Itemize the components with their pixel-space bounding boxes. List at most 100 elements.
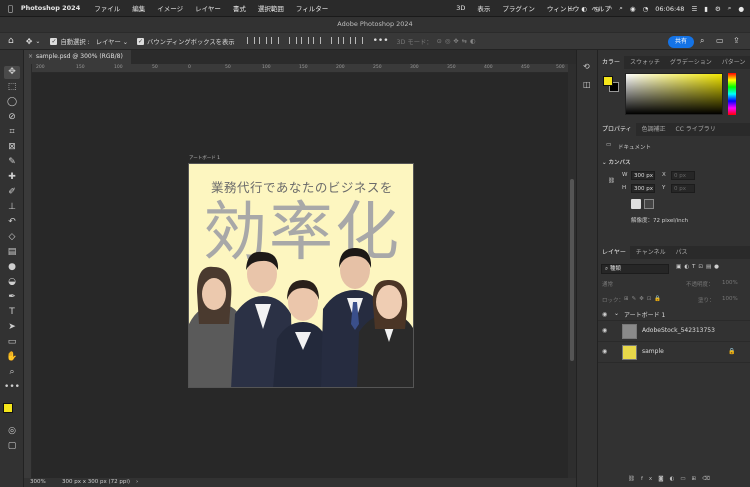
menu-select[interactable]: 選択範囲 xyxy=(258,3,284,13)
menu-view[interactable]: 表示 xyxy=(477,3,490,13)
link-layers-icon[interactable]: ⛓ xyxy=(628,476,641,482)
tab-cc-libraries[interactable]: CC ライブラリ xyxy=(672,123,720,136)
search-icon[interactable]: ⌕ xyxy=(700,36,704,46)
bounding-box-checkbox[interactable]: ✓ xyxy=(137,37,145,45)
menu-3d[interactable]: 3D xyxy=(456,4,465,12)
status-icon[interactable]: ◐ xyxy=(581,5,587,13)
type-tool-icon[interactable]: T xyxy=(4,306,20,319)
more-tools-icon[interactable]: ••• xyxy=(4,381,20,394)
share-button[interactable]: 共有 xyxy=(668,36,694,48)
fx-icon[interactable]: fx xyxy=(641,476,658,482)
adjustment-icon[interactable]: ◐ xyxy=(670,476,681,482)
align-left-icon[interactable] xyxy=(246,36,255,44)
tab-channels[interactable]: チャンネル xyxy=(632,246,670,259)
vertical-ruler[interactable] xyxy=(24,64,32,478)
blur-tool-icon[interactable]: ● xyxy=(4,261,20,274)
foreground-color-swatch[interactable] xyxy=(3,403,13,413)
layer-row-artboard[interactable]: ◉ ⌄ アートボード 1 xyxy=(598,307,750,321)
x-field[interactable]: 0 px xyxy=(671,171,695,180)
canvas-section[interactable]: ⌄ カンバス xyxy=(602,158,631,166)
portrait-orientation-icon[interactable] xyxy=(631,199,641,209)
horizontal-ruler[interactable]: 200 150 100 50 0 50 100 150 200 250 300 … xyxy=(32,64,568,73)
auto-select-checkbox[interactable]: ✓ xyxy=(50,37,58,45)
zoom-tool-icon[interactable]: ⌕ xyxy=(4,366,20,379)
menu-file[interactable]: ファイル xyxy=(94,3,120,13)
tab-paths[interactable]: パス xyxy=(672,246,692,259)
quick-mask-icon[interactable]: ◎ xyxy=(4,425,20,438)
y-field[interactable]: 0 px xyxy=(671,184,695,193)
tab-gradients[interactable]: グラデーション xyxy=(666,56,716,69)
zoom-level[interactable]: 300% xyxy=(30,478,46,487)
siri-icon[interactable]: ◉ xyxy=(630,5,636,13)
move-tool-icon[interactable]: ✥ xyxy=(26,37,33,46)
menu-type[interactable]: 書式 xyxy=(233,3,246,13)
status-icon[interactable]: ▭ xyxy=(568,5,574,13)
close-icon[interactable]: × xyxy=(28,50,33,64)
share-arrow-icon[interactable]: ⇪ xyxy=(733,36,740,45)
clone-stamp-icon[interactable]: ⊥ xyxy=(4,201,20,214)
more-options-icon[interactable]: ••• xyxy=(373,36,389,46)
layer-filter-icons[interactable]: ▣◐T⊡▤● xyxy=(676,264,722,270)
vertical-scrollbar[interactable] xyxy=(568,64,576,478)
chevron-down-icon[interactable]: ⌄ xyxy=(35,38,40,45)
tab-layers[interactable]: レイヤー xyxy=(598,246,630,259)
dodge-tool-icon[interactable]: ◒ xyxy=(4,276,20,289)
trash-icon[interactable]: ⌫ xyxy=(702,476,716,482)
tab-patterns[interactable]: パターン xyxy=(718,56,750,69)
pen-tool-icon[interactable]: ✒ xyxy=(4,291,20,304)
lock-icons[interactable]: ⊞✎✥⊡🔒 xyxy=(624,296,664,302)
user-icon[interactable]: ● xyxy=(738,5,744,13)
menu-image[interactable]: イメージ xyxy=(157,3,183,13)
3d-mode-icons[interactable]: ⊙◎✥⇆◐ xyxy=(437,38,479,45)
menu-filter[interactable]: フィルター xyxy=(296,3,328,13)
new-layer-icon[interactable]: ⊞ xyxy=(692,476,703,482)
tab-properties[interactable]: プロパティ xyxy=(598,123,636,136)
brush-tool-icon[interactable]: ✐ xyxy=(4,186,20,199)
color-field[interactable] xyxy=(625,73,723,115)
distribute-icon[interactable] xyxy=(354,36,363,44)
eye-icon[interactable]: ◉ xyxy=(602,311,607,318)
menu-plugins[interactable]: プラグイン xyxy=(502,3,535,13)
mask-icon[interactable]: ◙ xyxy=(658,476,669,482)
eye-icon[interactable]: ◉ xyxy=(602,348,607,355)
history-icon[interactable]: ⟲ xyxy=(583,62,590,71)
settings-icon[interactable]: ⚙ xyxy=(715,5,721,13)
lasso-tool-icon[interactable]: ◯ xyxy=(4,96,20,109)
hue-slider[interactable] xyxy=(728,73,736,115)
hand-tool-icon[interactable]: ✋ xyxy=(4,351,20,364)
tab-swatches[interactable]: スウォッチ xyxy=(626,56,664,69)
layer-filter-dropdown[interactable]: ⌕ 種類 xyxy=(601,264,669,274)
menu-layer[interactable]: レイヤー xyxy=(195,3,221,13)
blend-mode-dropdown[interactable]: 通常 xyxy=(602,280,613,288)
tab-color[interactable]: カラー xyxy=(598,56,625,69)
path-select-icon[interactable]: ➤ xyxy=(4,321,20,334)
color-foreground-swatch[interactable] xyxy=(603,76,613,86)
artboard-label[interactable]: アートボード 1 xyxy=(189,155,220,161)
quick-select-tool-icon[interactable]: ⊘ xyxy=(4,111,20,124)
folder-icon[interactable]: ▭ xyxy=(680,476,691,482)
fill-value[interactable]: 100% xyxy=(722,296,738,302)
home-icon[interactable]: ⌂ xyxy=(8,36,14,46)
status-icon[interactable]: ◷ xyxy=(594,5,600,13)
menu-edit[interactable]: 編集 xyxy=(132,3,145,13)
control-center-icon[interactable]: ☰ xyxy=(691,5,697,13)
align-center-icon[interactable] xyxy=(258,36,267,44)
eyedropper-tool-icon[interactable]: ✎ xyxy=(4,156,20,169)
align-right-icon[interactable] xyxy=(270,36,279,44)
apple-menu-icon[interactable]:  xyxy=(8,4,13,13)
scrollbar-thumb[interactable] xyxy=(570,179,574,361)
eye-icon[interactable]: ◉ xyxy=(602,327,607,334)
tab-adjustments[interactable]: 色調補正 xyxy=(638,123,670,136)
workspace-icon[interactable]: ▭ xyxy=(716,36,724,45)
gradient-tool-icon[interactable]: ▤ xyxy=(4,246,20,259)
distribute-icon[interactable] xyxy=(342,36,351,44)
battery-icon[interactable]: ▮ xyxy=(704,5,708,13)
marquee-tool-icon[interactable]: ⬚ xyxy=(4,81,20,94)
link-icon[interactable]: ⛓ xyxy=(608,178,615,184)
screen-mode-icon[interactable]: ▢ xyxy=(4,440,20,453)
width-field[interactable]: 300 px xyxy=(631,171,655,180)
move-tool-icon[interactable]: ✥ xyxy=(4,66,20,79)
landscape-orientation-icon[interactable] xyxy=(644,199,654,209)
layer-row-sample[interactable]: ◉ sample 🔒 xyxy=(598,342,750,363)
chevron-right-icon[interactable]: › xyxy=(136,478,138,487)
